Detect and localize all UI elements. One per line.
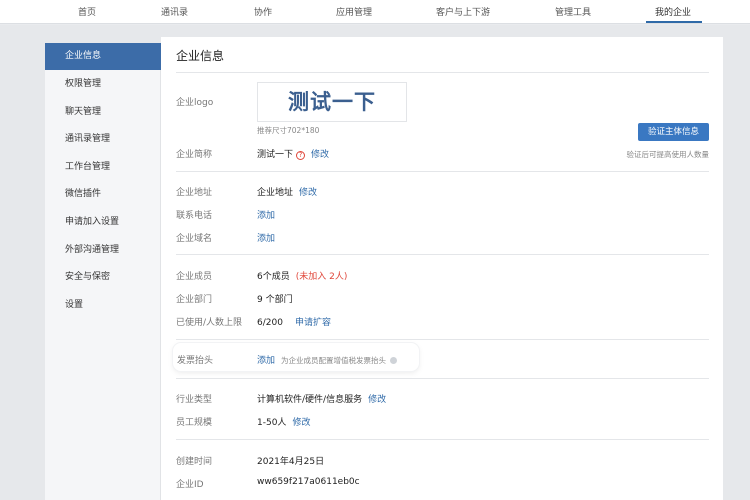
sidebar-item-wechat-plugin[interactable]: 微信插件 [45, 181, 161, 208]
divider [176, 72, 709, 73]
divider [176, 339, 709, 340]
domain-add-link[interactable]: 添加 [257, 234, 275, 244]
address-label: 企业地址 [176, 188, 213, 198]
short-name-edit-link[interactable]: 修改 [311, 150, 329, 160]
nav-customers-partners[interactable]: 客户与上下游 [436, 5, 490, 18]
top-nav: 首页 通讯录 协作 应用管理 客户与上下游 管理工具 我的企业 [0, 0, 750, 24]
nav-contacts[interactable]: 通讯录 [161, 5, 188, 18]
industry-row: 计算机软件/硬件/信息服务 修改 [257, 392, 386, 405]
industry-label: 行业类型 [176, 395, 213, 405]
corp-id-label: 企业ID [176, 480, 204, 490]
capacity-value: 6/200 [257, 318, 283, 328]
industry-value: 计算机软件/硬件/信息服务 [257, 395, 363, 405]
address-row: 企业地址 修改 [257, 185, 317, 198]
size-label: 员工规模 [176, 418, 213, 428]
invoice-label: 发票抬头 [177, 356, 214, 366]
divider [176, 378, 709, 379]
nav-management-tools[interactable]: 管理工具 [555, 5, 591, 18]
domain-label: 企业域名 [176, 234, 213, 244]
nav-home[interactable]: 首页 [78, 5, 96, 18]
created-value: 2021年4月25日 [257, 457, 325, 467]
divider [176, 171, 709, 172]
phone-row: 添加 [257, 208, 275, 221]
sidebar-item-permissions[interactable]: 权限管理 [45, 71, 161, 98]
sidebar-item-join-settings[interactable]: 申请加入设置 [45, 209, 161, 236]
invoice-note: 为企业成员配置增值税发票抬头 [281, 356, 387, 365]
page-title: 企业信息 [176, 49, 225, 63]
size-edit-link[interactable]: 修改 [292, 418, 310, 428]
help-icon[interactable]: ? [296, 151, 306, 160]
address-edit-link[interactable]: 修改 [299, 188, 317, 198]
nav-app-management[interactable]: 应用管理 [336, 5, 372, 18]
short-name-label: 企业简称 [176, 150, 213, 160]
verify-entity-button[interactable]: 验证主体信息 [638, 123, 709, 141]
industry-edit-link[interactable]: 修改 [368, 395, 386, 405]
domain-row: 添加 [257, 231, 275, 244]
sidebar-item-workbench-management[interactable]: 工作台管理 [45, 154, 161, 181]
short-name-value: 测试一下 [257, 150, 294, 160]
capacity-row: 6/200 申请扩容 [257, 315, 331, 328]
logo-size-hint: 推荐尺寸702*180 [257, 126, 320, 135]
phone-label: 联系电话 [176, 211, 213, 221]
sidebar-item-external-communication[interactable]: 外部沟通管理 [45, 237, 161, 264]
size-row: 1-50人 修改 [257, 415, 310, 428]
departments-label: 企业部门 [176, 295, 213, 305]
sidebar-item-settings[interactable]: 设置 [45, 292, 161, 319]
sidebar-item-enterprise-info[interactable]: 企业信息 [45, 43, 161, 70]
capacity-expand-link[interactable]: 申请扩容 [295, 318, 331, 328]
verify-note: 验证后可提高使用人数量 [626, 150, 710, 159]
departments-value: 9 个部门 [257, 295, 293, 305]
nav-my-enterprise[interactable]: 我的企业 [655, 5, 691, 18]
size-value: 1-50人 [257, 418, 287, 428]
members-not-joined[interactable]: (未加入 2人) [296, 272, 348, 282]
invoice-row: 添加 为企业成员配置增值税发票抬头 [257, 353, 398, 366]
main-panel-lower: 行业类型 计算机软件/硬件/信息服务 修改 员工规模 1-50人 修改 创建时间 2… [161, 371, 723, 500]
sidebar-item-security[interactable]: 安全与保密 [45, 264, 161, 291]
members-row: 6个成员 (未加入 2人) [257, 269, 347, 282]
nav-collaboration[interactable]: 协作 [254, 5, 272, 18]
logo-label: 企业logo [176, 98, 214, 108]
divider [176, 439, 709, 440]
sidebar: 企业信息 权限管理 聊天管理 通讯录管理 工作台管理 微信插件 申请加入设置 外… [45, 43, 161, 500]
invoice-add-link[interactable]: 添加 [257, 356, 275, 366]
active-tab-indicator [646, 21, 702, 23]
members-value: 6个成员 [257, 272, 290, 282]
members-label: 企业成员 [176, 272, 213, 282]
corp-id-value: ww659f217a0611eb0c [257, 477, 360, 487]
created-label: 创建时间 [176, 457, 213, 467]
info-icon[interactable] [390, 357, 398, 364]
sidebar-item-contacts-management[interactable]: 通讯录管理 [45, 126, 161, 153]
short-name-row: 测试一下? 修改 [257, 147, 329, 160]
divider [176, 254, 709, 255]
phone-add-link[interactable]: 添加 [257, 211, 275, 221]
sidebar-item-chat-management[interactable]: 聊天管理 [45, 99, 161, 126]
capacity-label: 已使用/人数上限 [176, 318, 243, 328]
address-value: 企业地址 [257, 188, 294, 198]
enterprise-logo[interactable]: 测试一下 [257, 82, 407, 122]
invoice-highlight-card: 发票抬头 添加 为企业成员配置增值税发票抬头 [173, 343, 419, 371]
